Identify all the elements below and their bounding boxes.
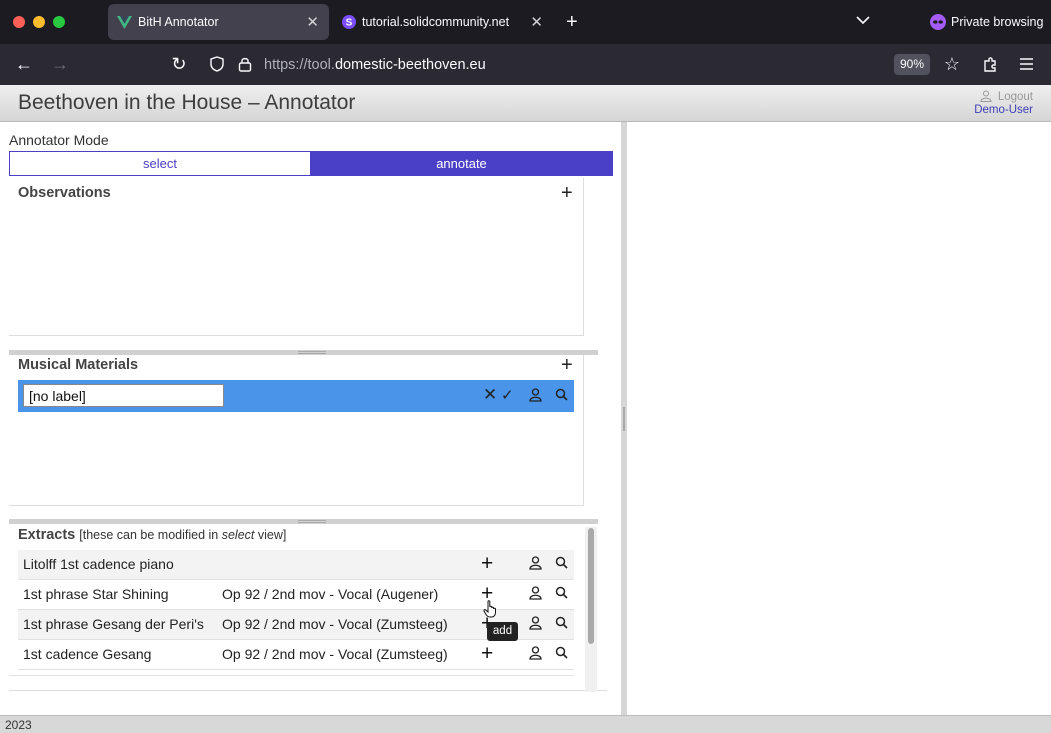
svg-text:S: S [346,18,353,29]
extract-name: 1st phrase Gesang der Peri's [23,616,204,632]
browser-tab-bar: BitH Annotator ✕ S tutorial.solidcommuni… [0,0,1051,44]
extract-source: Op 92 / 2nd mov - Vocal (Zumsteeg) [222,646,448,662]
minimize-window-button[interactable] [33,16,45,28]
maximize-window-button[interactable] [53,16,65,28]
extracts-bottom-divider [9,675,574,676]
browser-nav-bar: ← → ↻ https://tool.domestic-beethoven.eu… [0,44,1051,85]
extracts-header: Extracts [these can be modified in selec… [18,527,286,543]
person-icon[interactable] [529,616,542,630]
private-browsing-icon [930,14,946,30]
hand-cursor-icon [483,600,496,618]
forward-arrow-icon[interactable]: → [48,52,72,76]
lock-icon[interactable] [238,56,252,72]
url-domain: domestic-beethoven.eu [334,57,486,73]
person-icon[interactable] [529,586,542,600]
extracts-note: [these can be modified in select view] [79,528,287,542]
address-bar[interactable]: https://tool.domestic-beethoven.eu [264,57,486,73]
extract-row[interactable]: Litolff 1st cadence piano + [18,550,574,580]
extract-name: Litolff 1st cadence piano [23,556,174,572]
annotator-mode-label: Annotator Mode [9,132,109,148]
observations-title: Observations [18,185,111,201]
tab-solidcommunity[interactable]: S tutorial.solidcommunity.net ✕ [332,4,553,40]
extract-source: Op 92 / 2nd mov - Vocal (Zumsteeg) [222,616,448,632]
vue-logo-icon [117,16,132,29]
person-icon[interactable] [529,556,542,570]
logout-label: Logout [997,91,1033,103]
musical-material-label-input[interactable] [23,384,224,407]
app-header: Beethoven in the House – Annotator Logou… [0,85,1051,122]
splitter-grip [298,351,326,354]
cancel-x-icon[interactable]: ✕ [483,385,497,405]
close-tab-icon[interactable]: ✕ [530,13,543,31]
shield-icon[interactable] [210,56,224,72]
add-plus-icon[interactable]: + [481,642,493,666]
hamburger-menu-icon[interactable] [1019,58,1034,70]
left-pane-bottom-border [9,690,607,691]
search-icon[interactable] [555,646,568,659]
confirm-check-icon[interactable]: ✓ [501,386,514,404]
current-user-link[interactable]: Demo-User [974,104,1033,116]
footer-bar: 2023 [0,715,1051,733]
mode-select-button[interactable]: select [9,151,311,176]
splitter-grip [298,520,326,523]
extract-name: 1st cadence Gesang [23,646,152,662]
search-icon[interactable] [555,616,568,629]
musical-materials-panel: Musical Materials + [9,355,584,506]
person-icon[interactable] [529,646,542,660]
add-observation-plus-icon[interactable]: + [561,183,573,203]
extract-name: 1st phrase Star Shining [23,586,169,602]
add-plus-icon[interactable]: + [481,552,493,576]
bookmark-star-icon[interactable]: ☆ [940,52,964,76]
search-icon[interactable] [555,556,568,569]
new-tab-icon[interactable]: + [566,12,578,32]
search-icon[interactable] [555,586,568,599]
solid-logo-icon: S [342,15,356,29]
musical-material-edit-row: ✕ ✓ [18,380,574,412]
tab-title: tutorial.solidcommunity.net [362,15,510,29]
extracts-title: Extracts [18,527,76,543]
close-window-button[interactable] [13,16,25,28]
close-tab-icon[interactable]: ✕ [306,13,319,31]
tab-bith-annotator[interactable]: BitH Annotator ✕ [108,4,329,40]
extracts-scrollbar-thumb[interactable] [588,528,594,644]
user-icon [980,90,992,102]
app-title: Beethoven in the House – Annotator [18,91,356,114]
extensions-puzzle-icon[interactable] [982,56,999,73]
divider-grip [623,407,625,431]
score-view-pane [627,122,1051,715]
chevron-down-icon[interactable] [856,16,870,25]
private-browsing-label: Private browsing [951,15,1044,29]
tab-title: BitH Annotator [138,15,219,29]
reload-icon[interactable]: ↻ [167,52,191,76]
person-icon[interactable] [529,388,542,402]
logout-button[interactable]: Logout [980,90,1033,103]
add-tooltip: add [487,622,518,641]
footer-year: 2023 [5,718,32,732]
extract-source: Op 92 / 2nd mov - Vocal (Augener) [222,586,439,602]
search-icon[interactable] [555,388,568,401]
musical-materials-title: Musical Materials [18,357,139,373]
zoom-level-badge[interactable]: 90% [894,54,930,75]
extract-row[interactable]: 1st cadence Gesang Op 92 / 2nd mov - Voc… [18,640,574,670]
url-prefix: https://tool. [264,57,335,73]
mode-annotate-button[interactable]: annotate [310,151,613,176]
add-musical-material-plus-icon[interactable]: + [561,355,573,375]
observations-panel: Observations + [9,178,584,336]
back-arrow-icon[interactable]: ← [12,52,36,76]
